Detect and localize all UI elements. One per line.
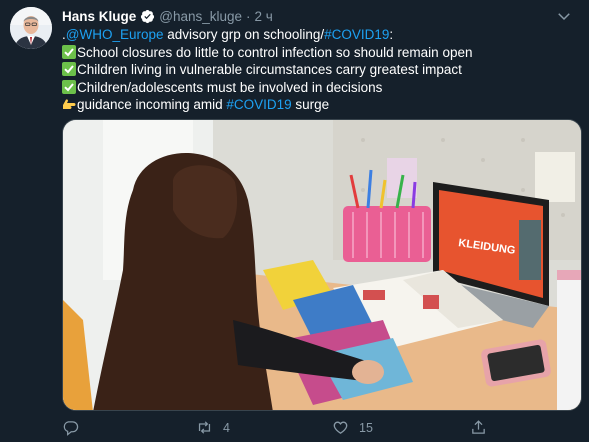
retweet-button[interactable]: 4 <box>196 419 230 436</box>
tweet-media-photo[interactable]: KLEIDUNG <box>62 119 582 411</box>
hashtag-link[interactable]: #COVID19 <box>324 27 389 42</box>
tweet-point-2: Children living in vulnerable circumstan… <box>62 61 572 79</box>
colon: : <box>389 27 394 42</box>
point-1-text: School closures do little to control inf… <box>77 44 473 60</box>
check-mark-emoji <box>62 79 76 94</box>
tweet-line-1: .@WHO_Europe advisory grp on schooling/#… <box>62 26 572 44</box>
tweet-line-last: guidance incoming amid #COVID19 surge <box>62 96 572 114</box>
tweet-header: Hans Kluge @hans_kluge · 2 ч <box>62 7 579 25</box>
verified-badge-icon <box>141 9 155 23</box>
reply-button[interactable] <box>62 419 79 436</box>
check-mark-emoji <box>62 62 76 76</box>
author-name[interactable]: Hans Kluge <box>62 9 136 24</box>
tweet-point-3: Children/adolescents must be involved in… <box>62 79 572 97</box>
pointing-hand-emoji <box>63 99 76 109</box>
check-mark-emoji <box>62 44 76 59</box>
tweet-point-1: School closures do little to control inf… <box>62 44 572 62</box>
tweet-text: .@WHO_Europe advisory grp on schooling/#… <box>62 26 572 114</box>
separator-dot: · <box>246 8 251 24</box>
heart-icon <box>333 421 348 434</box>
author-handle[interactable]: @hans_kluge <box>159 9 242 24</box>
last-line-text: guidance incoming amid <box>77 97 227 112</box>
line1-text: advisory grp on schooling/ <box>163 27 325 42</box>
chevron-down-icon[interactable] <box>555 7 573 25</box>
tweet-actions: 4 15 <box>56 419 496 441</box>
hashtag-link[interactable]: #COVID19 <box>226 97 291 112</box>
share-button[interactable] <box>470 419 487 436</box>
share-icon <box>472 420 485 434</box>
mention-link[interactable]: @WHO_Europe <box>66 27 164 42</box>
reply-icon <box>63 421 79 436</box>
like-count: 15 <box>359 420 373 435</box>
point-2-text: Children living in vulnerable circumstan… <box>77 62 462 77</box>
retweet-icon <box>198 421 211 434</box>
timestamp[interactable]: 2 ч <box>255 9 273 24</box>
tweet[interactable]: Hans Kluge @hans_kluge · 2 ч .@WHO_Europ… <box>0 0 589 442</box>
author-avatar[interactable] <box>10 7 52 49</box>
retweet-count: 4 <box>223 420 230 435</box>
last-line-suffix: surge <box>291 97 330 112</box>
photo-illustration: KLEIDUNG <box>63 120 581 410</box>
like-button[interactable]: 15 <box>332 419 373 436</box>
point-3-text: Children/adolescents must be involved in… <box>77 79 383 95</box>
